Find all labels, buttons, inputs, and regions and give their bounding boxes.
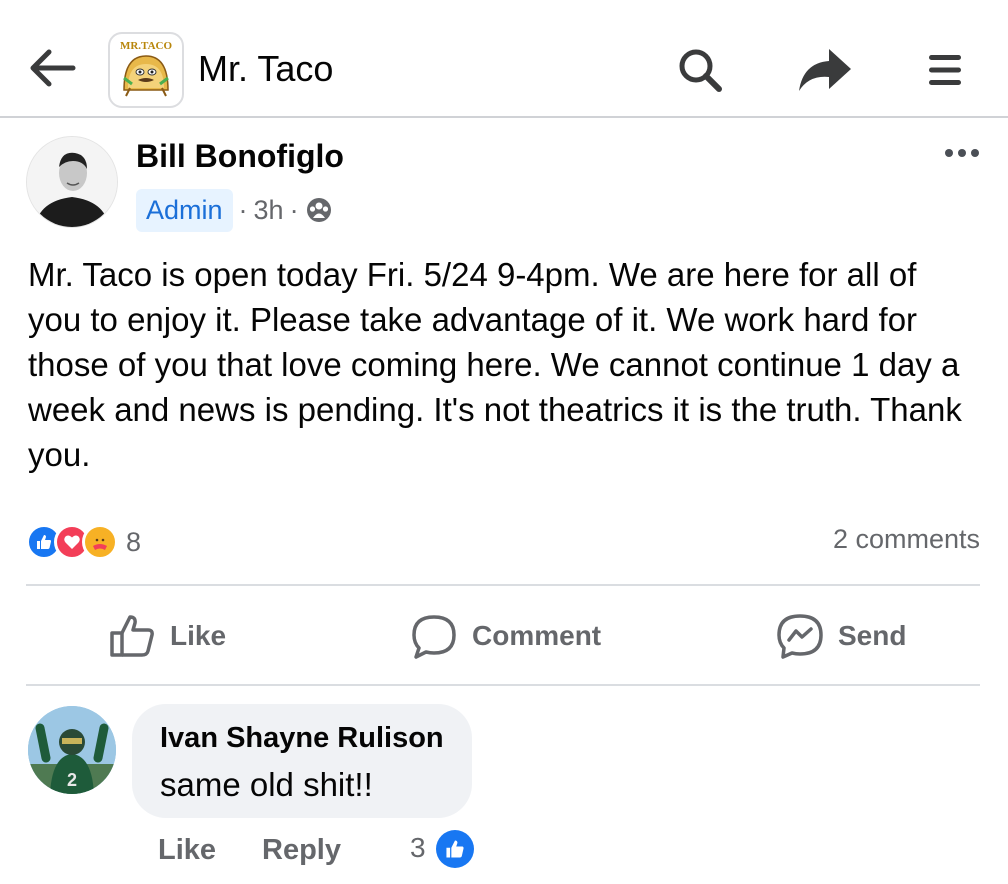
author-avatar[interactable]: [26, 136, 118, 228]
meta-separator: ·: [238, 194, 248, 225]
comment-button-label: Comment: [472, 620, 602, 651]
post-meta: Admin · 3h ·: [136, 188, 333, 232]
thumbs-up-icon: [110, 615, 154, 657]
profile-photo-icon: 2: [28, 706, 116, 794]
page-logo[interactable]: MR.TACO: [108, 32, 184, 108]
comment-bubble-icon: [412, 615, 456, 659]
like-button[interactable]: Like: [108, 606, 226, 666]
care-reaction-icon: [82, 524, 118, 560]
share-button[interactable]: [795, 40, 855, 100]
post-timestamp[interactable]: 3h: [254, 195, 284, 226]
reaction-summary[interactable]: 8: [26, 522, 141, 562]
hamburger-menu-icon: [929, 55, 961, 85]
divider: [26, 684, 980, 686]
comment-reply-button[interactable]: Reply: [262, 834, 341, 867]
post-author-name[interactable]: Bill Bonofiglo: [136, 138, 344, 175]
like-button-label: Like: [170, 620, 227, 651]
comment-reaction-count[interactable]: 3: [410, 832, 426, 864]
share-arrow-icon: [799, 49, 851, 91]
taco-logo-icon: MR.TACO: [120, 40, 172, 97]
messenger-icon: [777, 614, 823, 659]
comment-button[interactable]: Comment: [410, 606, 601, 666]
profile-photo-icon: [27, 137, 117, 227]
comment-text: same old shit!!: [160, 766, 373, 803]
comments-count-link[interactable]: 2 comments: [700, 524, 980, 555]
send-button[interactable]: Send: [776, 606, 906, 666]
reaction-count: 8: [126, 526, 142, 557]
page-title[interactable]: Mr. Taco: [198, 48, 333, 90]
back-arrow-icon: [30, 49, 76, 87]
post-options-button[interactable]: [940, 136, 984, 170]
divider: [26, 584, 980, 586]
search-button[interactable]: [670, 40, 730, 100]
search-icon: [679, 49, 722, 92]
back-button[interactable]: [22, 40, 82, 96]
more-options-icon: [945, 149, 979, 157]
menu-button[interactable]: [915, 40, 975, 100]
logo-text: MR.TACO: [120, 40, 172, 52]
meta-separator: ·: [289, 194, 299, 225]
admin-badge[interactable]: Admin: [136, 188, 233, 232]
group-icon: [306, 198, 331, 222]
comment-like-button[interactable]: Like: [158, 834, 216, 867]
post-body: Mr. Taco is open today Fri. 5/24 9-4pm. …: [28, 256, 962, 473]
send-button-label: Send: [838, 620, 907, 651]
commenter-avatar[interactable]: 2: [28, 706, 116, 794]
svg-text:2: 2: [67, 770, 77, 790]
comment-author-name[interactable]: Ivan Shayne Rulison: [160, 722, 444, 755]
like-reaction-icon: [436, 830, 474, 868]
